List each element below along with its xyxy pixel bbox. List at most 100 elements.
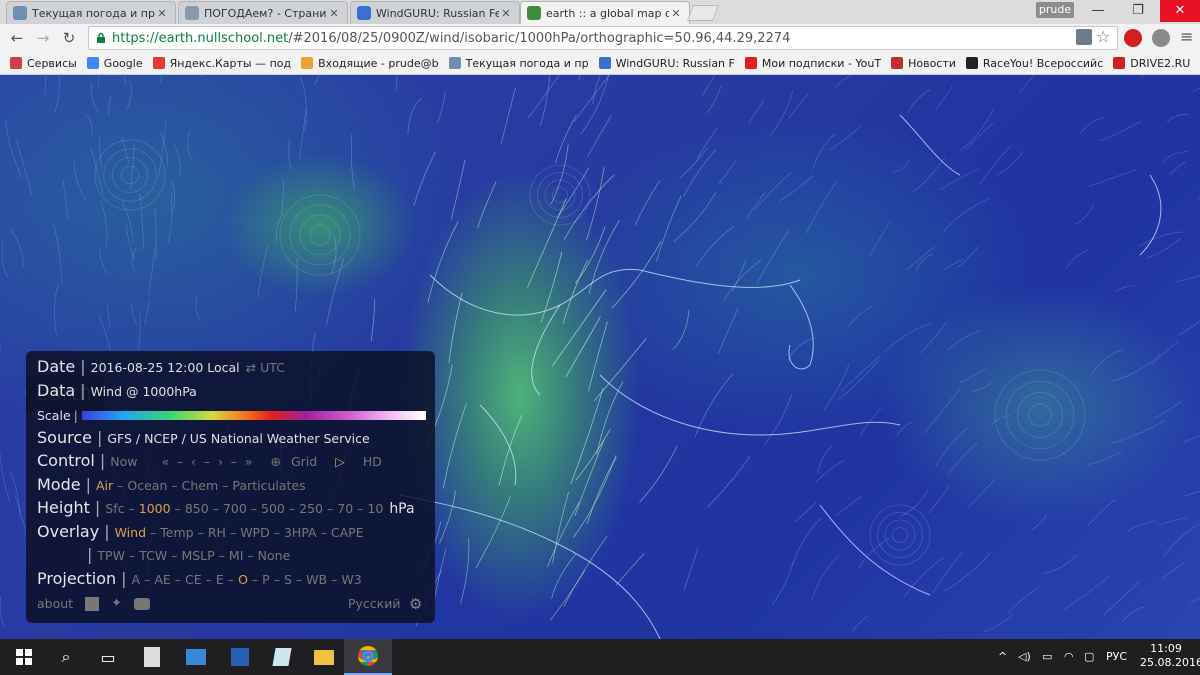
facebook-icon[interactable] (85, 596, 100, 611)
source-value[interactable]: GFS / NCEP / US National Weather Service (107, 431, 369, 446)
swap-icon[interactable]: ⇄ (246, 360, 256, 375)
address-bar[interactable]: https://earth.nullschool.net /#2016/08/2… (88, 26, 1118, 50)
user-profile-button[interactable]: prude (1036, 2, 1074, 18)
battery-icon[interactable]: ▭ (1042, 639, 1052, 675)
extension-icon[interactable] (1152, 29, 1170, 47)
start-icon[interactable] (0, 639, 48, 675)
bookmark-item[interactable]: WindGURU: Russian F (598, 57, 735, 70)
hd-toggle[interactable]: HD (363, 454, 382, 469)
option-wind[interactable]: Wind (115, 525, 146, 540)
language-link[interactable]: Русский (348, 596, 400, 611)
reload-button[interactable]: ↻ (58, 28, 80, 48)
close-icon[interactable]: ✕ (669, 7, 683, 20)
option-850[interactable]: 850 (185, 501, 209, 516)
option-sfc[interactable]: Sfc (105, 501, 124, 516)
option-temp[interactable]: Temp (160, 525, 193, 540)
grid-toggle[interactable]: Grid (291, 454, 317, 469)
language-indicator[interactable]: РУС (1106, 639, 1127, 675)
option-p[interactable]: P (262, 572, 270, 587)
notes-app-icon[interactable] (258, 639, 306, 675)
bookmark-star-icon[interactable]: ☆ (1096, 27, 1110, 46)
option-a[interactable]: A (132, 572, 141, 587)
bookmark-item[interactable]: Текущая погода и пр (448, 57, 589, 70)
option-s[interactable]: S (284, 572, 292, 587)
bookmark-item[interactable]: RaceYou! Всероссийс (965, 57, 1103, 70)
tab-forum[interactable]: ПОГОДАем? - Страница ✕ (178, 1, 348, 24)
option-3hpa[interactable]: 3HPA (284, 525, 317, 540)
play-icon[interactable]: ▷ (335, 454, 345, 469)
adblock-icon[interactable] (1124, 29, 1142, 47)
close-window-button[interactable]: ✕ (1160, 0, 1200, 22)
volume-icon[interactable]: ◁) (1018, 639, 1031, 675)
translate-icon[interactable] (1076, 29, 1092, 45)
option-ae[interactable]: AE (154, 572, 170, 587)
option-e[interactable]: E (216, 572, 224, 587)
tab-windguru[interactable]: WindGURU: Russian Fede ✕ (350, 1, 520, 24)
task-view-icon[interactable]: ▭ (84, 639, 132, 675)
minimize-button[interactable]: — (1078, 0, 1118, 22)
option-700[interactable]: 700 (223, 501, 247, 516)
option-rh[interactable]: RH (208, 525, 226, 540)
bookmark-item[interactable]: Сервисы (10, 57, 77, 70)
option-chem[interactable]: Chem (182, 478, 219, 493)
utc-toggle[interactable]: UTC (260, 360, 285, 375)
menu-icon[interactable]: ≡ (1180, 27, 1193, 46)
back-button[interactable]: ← (6, 28, 28, 48)
tray-up-arrow-icon[interactable]: ^ (998, 639, 1007, 675)
back-day-button[interactable]: « (161, 454, 169, 469)
chrome-taskbar-icon[interactable] (344, 639, 392, 675)
bookmark-item[interactable]: Мои подписки - YouT (744, 57, 881, 70)
bookmark-item[interactable]: Входящие - prude@b (301, 57, 439, 70)
back-step-button[interactable]: ‹ (191, 454, 196, 469)
option-o[interactable]: O (238, 572, 248, 587)
tab-earth[interactable]: earth :: a global map of w ✕ (520, 1, 690, 24)
forward-button[interactable]: → (32, 28, 54, 48)
word-icon[interactable] (216, 639, 264, 675)
settings-gear-icon[interactable]: ⚙ (409, 595, 422, 613)
twitter-icon[interactable]: ✦ (111, 596, 122, 611)
new-tab-button[interactable] (687, 5, 719, 21)
bookmark-item[interactable]: DRIVE2.RU (1113, 57, 1190, 70)
option-wb[interactable]: WB (306, 572, 327, 587)
calculator-icon[interactable] (128, 639, 176, 675)
color-scale-bar[interactable] (81, 411, 426, 421)
restore-button[interactable]: ❐ (1118, 0, 1158, 22)
option-70[interactable]: 70 (337, 501, 353, 516)
forward-step-button[interactable]: › (218, 454, 223, 469)
close-icon[interactable]: ✕ (327, 7, 341, 20)
option-ocean[interactable]: Ocean (127, 478, 167, 493)
clock[interactable]: 11:09 25.08.2016 (1140, 639, 1200, 675)
bookmark-item[interactable]: Новости (891, 57, 956, 70)
option-500[interactable]: 500 (261, 501, 285, 516)
option-air[interactable]: Air (96, 478, 113, 493)
option-tcw[interactable]: TCW (139, 548, 167, 563)
date-value[interactable]: 2016-08-25 12:00 Local (91, 360, 240, 375)
notification-icon[interactable]: ▢ (1084, 639, 1094, 675)
option-mi[interactable]: MI (229, 548, 243, 563)
tab-weather[interactable]: Текущая погода и прогн ✕ (6, 1, 176, 24)
search-icon[interactable]: ⌕ (42, 639, 90, 675)
option-250[interactable]: 250 (299, 501, 323, 516)
bookmark-item[interactable]: Google (86, 57, 143, 70)
close-icon[interactable]: ✕ (499, 7, 513, 20)
close-icon[interactable]: ✕ (155, 7, 169, 20)
grid-icon[interactable]: ⊕ (271, 454, 281, 469)
option-10[interactable]: 10 (367, 501, 383, 516)
youtube-icon[interactable] (133, 597, 150, 610)
option-cape[interactable]: CAPE (331, 525, 364, 540)
now-button[interactable]: Now (110, 454, 137, 469)
option-ce[interactable]: CE (185, 572, 202, 587)
mail-app-icon[interactable] (172, 639, 220, 675)
option-1000[interactable]: 1000 (139, 501, 171, 516)
file-explorer-icon[interactable] (300, 639, 348, 675)
about-link[interactable]: about (37, 596, 73, 611)
wifi-icon[interactable]: ◠ (1064, 639, 1074, 675)
bookmark-item[interactable]: Яндекс.Карты — под (152, 57, 291, 70)
forward-day-button[interactable]: » (245, 454, 253, 469)
option-none[interactable]: None (258, 548, 291, 563)
option-particulates[interactable]: Particulates (232, 478, 305, 493)
option-tpw[interactable]: TPW (97, 548, 125, 563)
option-wpd[interactable]: WPD (240, 525, 270, 540)
option-w3[interactable]: W3 (341, 572, 361, 587)
option-mslp[interactable]: MSLP (181, 548, 214, 563)
